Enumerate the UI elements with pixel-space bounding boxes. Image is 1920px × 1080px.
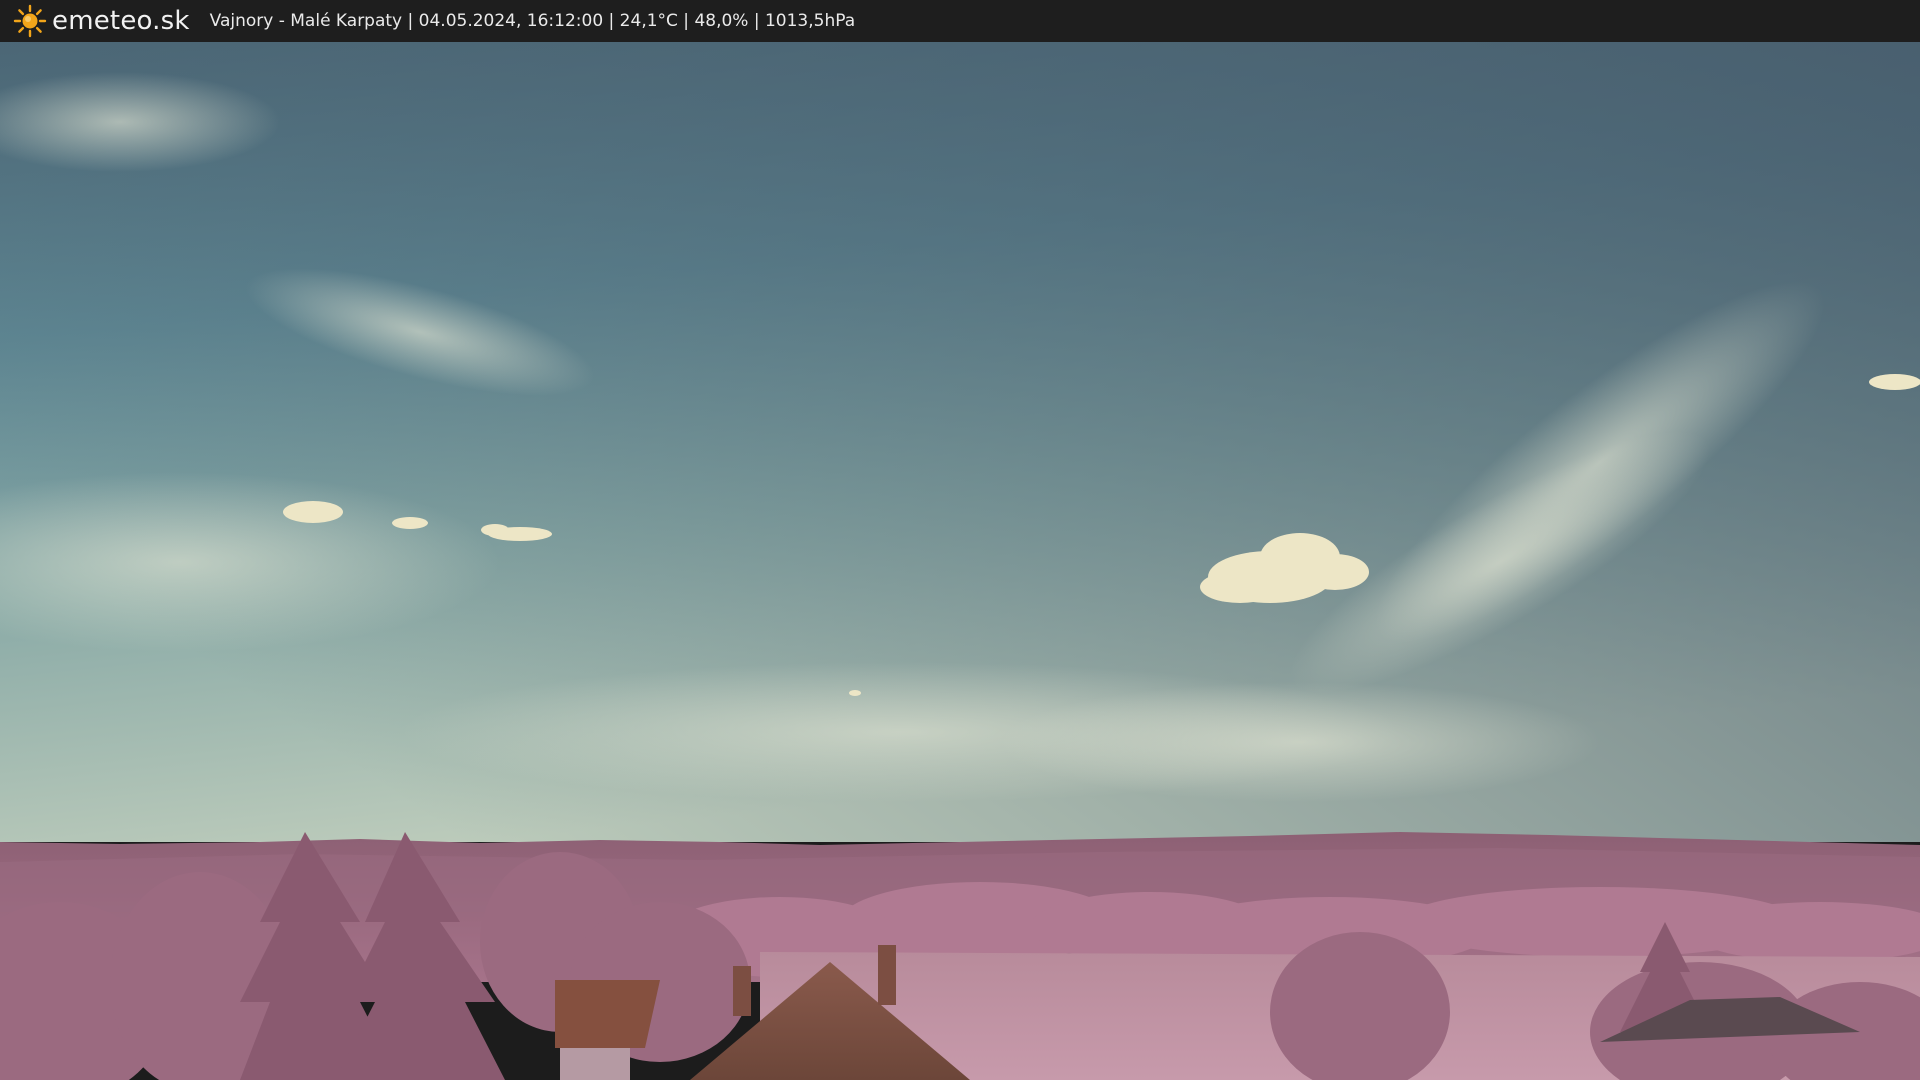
webcam-header-bar: emeteo.sk Vajnory - Malé Karpaty | 04.05…: [0, 0, 1920, 42]
station-info-text: Vajnory - Malé Karpaty | 04.05.2024, 16:…: [209, 11, 856, 31]
sun-icon: [12, 3, 48, 39]
webcam-image: [0, 42, 1920, 1080]
site-logo-text[interactable]: emeteo.sk: [52, 6, 190, 36]
webcam-frame: emeteo.sk Vajnory - Malé Karpaty | 04.05…: [0, 0, 1920, 1080]
